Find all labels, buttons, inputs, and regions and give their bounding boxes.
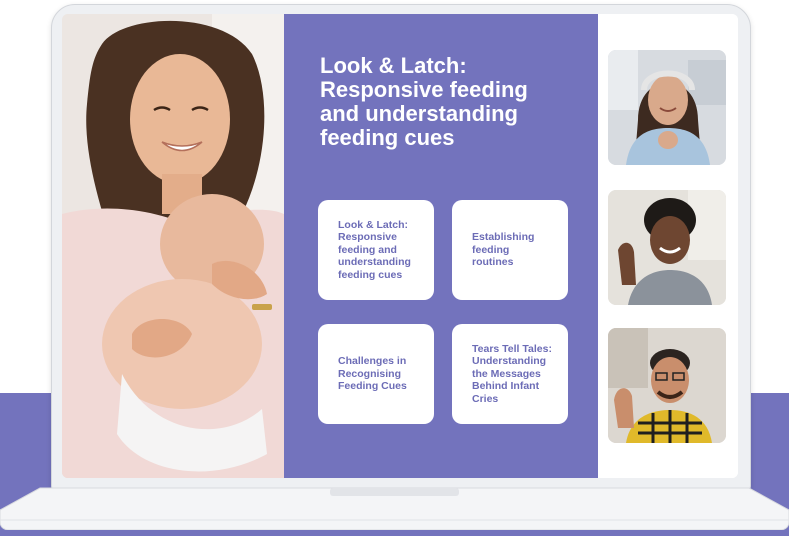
module-card-infant-cries[interactable]: Tears Tell Tales: Understanding the Mess… [452, 324, 568, 424]
laptop-screen: Look & Latch: Responsive feeding and und… [62, 14, 738, 478]
module-card-look-and-latch[interactable]: Look & Latch: Responsive feeding and und… [318, 200, 434, 300]
module-card-label: Tears Tell Tales: Understanding the Mess… [472, 342, 552, 405]
course-title: Look & Latch: Responsive feeding and und… [320, 53, 528, 150]
video-tile-participant-2[interactable] [608, 190, 726, 305]
video-tile-participant-3[interactable] [608, 328, 726, 443]
participant-man-with-glasses-waving [608, 328, 726, 443]
video-tile-participant-1[interactable] [608, 50, 726, 165]
laptop-base [0, 487, 789, 530]
participant-man-waving [608, 190, 726, 305]
promo-stage: Look & Latch: Responsive feeding and und… [0, 0, 789, 536]
course-content-panel: Look & Latch: Responsive feeding and und… [284, 14, 598, 478]
video-participants-panel [598, 14, 738, 478]
module-card-feeding-routines[interactable]: Establishing feeding routines [452, 200, 568, 300]
module-card-feeding-cues-challenges[interactable]: Challenges in Recognising Feeding Cues [318, 324, 434, 424]
mother-and-baby-illustration [62, 14, 284, 478]
module-card-label: Establishing feeding routines [472, 231, 535, 269]
participant-woman-with-headphones [608, 50, 726, 165]
mother-and-baby-photo [62, 14, 284, 478]
module-card-label: Look & Latch: Responsive feeding and und… [338, 218, 411, 281]
module-card-label: Challenges in Recognising Feeding Cues [338, 355, 407, 393]
